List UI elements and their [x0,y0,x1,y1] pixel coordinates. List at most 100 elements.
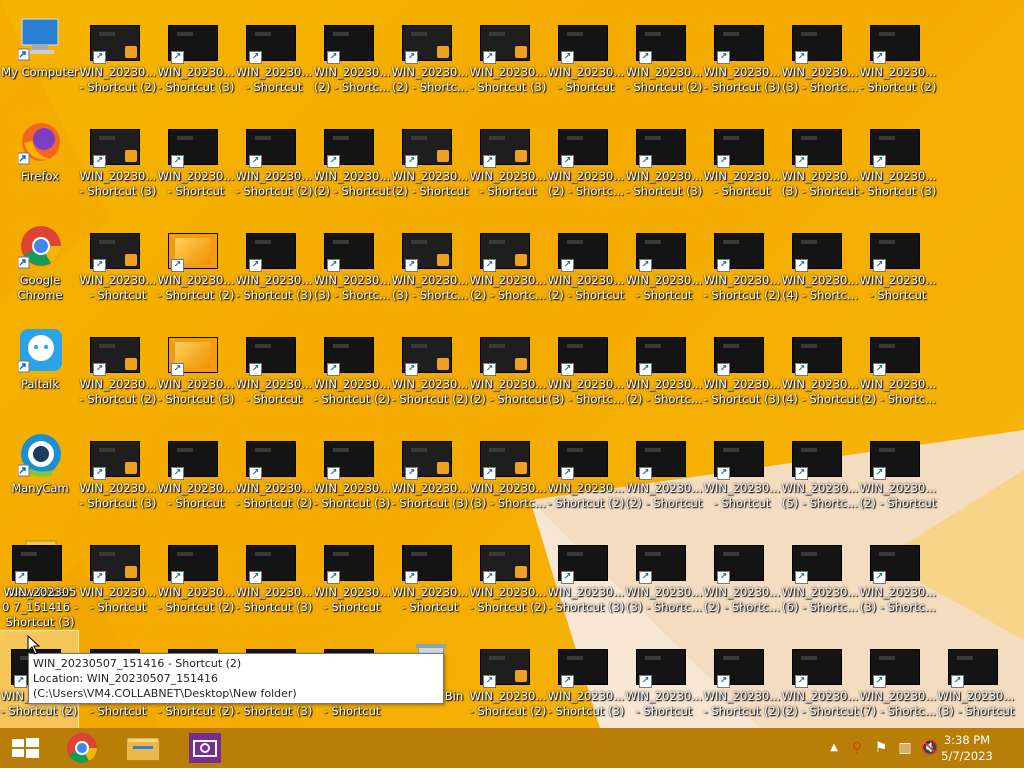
shortcut-arrow-icon: ↗ [639,467,652,480]
start-button[interactable] [0,728,52,768]
shortcut-icon[interactable]: ↗WIN_20230... - Shortcut (2) [235,111,313,215]
shortcut-icon[interactable]: ↗ WIN_20230... (2) - Shortcut [469,319,547,423]
system-clock[interactable]: 3:38 PM 5/7/2023 [932,732,1002,764]
icon-label: WIN_20230... (7) - Shortc... [859,689,937,718]
icon-label: WIN_20230... - Shortcut (3) [235,273,313,302]
shortcut-icon[interactable]: ↗WIN_20230... - Shortcut (3) [235,527,313,631]
shortcut-icon[interactable]: ↗ WIN_20230... (2) - Shortc... [313,7,391,111]
desktop-icon-manycam[interactable]: ManyCam [1,423,79,527]
desktop-icon-firefox[interactable]: Firefox [1,111,79,215]
shortcut-icon[interactable]: ↗WIN_20230... - Shortcut (3) [391,423,469,527]
shortcut-icon[interactable]: ↗ WIN_20230... (5) - Shortc... [781,423,859,527]
shortcut-icon[interactable]: ↗ WIN_20230... (2) - Shortc... [703,527,781,631]
icon-label: WIN_20230... (2) - Shortc... [703,585,781,614]
shortcut-icon[interactable]: ↗WIN_20230... - Shortcut [547,7,625,111]
shortcut-icon[interactable]: ↗ WIN_20230... (3) - Shortc... [313,215,391,319]
taskbar-file-explorer[interactable] [117,728,169,768]
shortcut-icon[interactable]: ↗ WIN_20230... (2) - Shortc... [469,215,547,319]
icon-label: WIN_20230... - Shortcut (2) [79,65,157,94]
shortcut-icon[interactable]: ↗WIN_20230... - Shortcut (3) [79,111,157,215]
shortcut-icon[interactable]: ↗ WIN_20230... (2) - Shortcut [391,111,469,215]
shortcut-icon[interactable]: ↗WIN_20230... - Shortcut (3) [547,631,625,728]
shortcut-icon[interactable]: ↗ WIN_20230... (2) - Shortcut [859,423,937,527]
shortcut-icon[interactable]: ↗WIN_20230... - Shortcut [625,215,703,319]
shortcut-icon[interactable]: ↗ WIN_20230... (2) - Shortc... [625,319,703,423]
shortcut-icon[interactable]: ↗ WIN_20230... (2) - Shortc... [547,111,625,215]
shortcut-icon[interactable]: ↗WIN_20230... - Shortcut [157,111,235,215]
shortcut-icon[interactable]: ↗WIN_20230... - Shortcut [235,319,313,423]
shortcut-icon[interactable]: ↗WIN_20230... - Shortcut (2) [157,215,235,319]
shortcut-icon[interactable]: ↗WIN_20230... - Shortcut (3) [703,319,781,423]
desktop-icon-paltalk[interactable]: Paltalk [1,319,79,423]
search-icon[interactable]: ⚲ [849,740,865,756]
shortcut-icon[interactable]: ↗WIN_20230... - Shortcut (2) [157,527,235,631]
shortcut-icon[interactable]: ↗ WIN_20230... (2) - Shortcut [547,215,625,319]
shortcut-icon[interactable]: ↗WIN_20230... - Shortcut [157,423,235,527]
shortcut-icon[interactable]: ↗WIN_20230... - Shortcut (2) [703,215,781,319]
shortcut-icon[interactable]: ↗WIN_20230... - Shortcut (2) [79,7,157,111]
shortcut-icon[interactable]: ↗WIN_20230... - Shortcut (3) [313,423,391,527]
action-center-flag-icon[interactable]: ⚑ [873,740,889,756]
shortcut-icon[interactable]: ↗ WIN_20230... (2) - Shortcut [781,631,859,728]
shortcut-icon[interactable]: ↗WIN_20230... - Shortcut [625,631,703,728]
show-hidden-icons-icon[interactable]: ▲ [826,740,842,756]
shortcut-icon[interactable]: ↗WIN_20230... - Shortcut [703,423,781,527]
shortcut-icon[interactable]: ↗ WIN_20230... (3) - Shortcut [937,631,1015,728]
shortcut-icon[interactable]: ↗WIN_20230... - Shortcut (2) [391,319,469,423]
shortcut-icon[interactable]: ↗ WIN_20230... (6) - Shortc... [781,527,859,631]
shortcut-icon[interactable]: ↗WIN_20230... - Shortcut [313,527,391,631]
shortcut-icon[interactable]: ↗ WIN_20230... (2) - Shortcut [625,423,703,527]
shortcut-icon[interactable]: ↗WIN_20230... - Shortcut [703,111,781,215]
shortcut-icon[interactable]: ↗WIN_20230... - Shortcut (2) [703,631,781,728]
shortcut-icon[interactable]: ↗ WIN_20230... (2) - Shortc... [391,7,469,111]
shortcut-icon[interactable]: ↗ WIN_20230... (4) - Shortcut [781,319,859,423]
shortcut-icon[interactable]: ↗WIN_20230... - Shortcut (2) [469,527,547,631]
icon-label: WIN_20230... (6) - Shortc... [781,585,859,614]
shortcut-icon[interactable]: ↗ WIN_20230... (3) - Shortc... [469,423,547,527]
shortcut-icon[interactable]: ↗ WIN_20230... (3) - Shortc... [547,319,625,423]
shortcut-icon[interactable]: ↗ WIN_20230... (3) - Shortc... [625,527,703,631]
shortcut-icon[interactable]: ↗WIN_20230... - Shortcut [859,215,937,319]
shortcut-icon[interactable]: ↗WIN_20230... - Shortcut (2) [547,423,625,527]
desktop-icon-computer[interactable]: My Computer [1,7,79,111]
shortcut-icon[interactable]: ↗ WIN_20230... (3) - Shortc... [391,215,469,319]
shortcut-icon[interactable]: ↗ WIN_20230... (3) - Shortc... [781,7,859,111]
desktop[interactable]: My Computer Firefox Google Chrome Paltalk Ma… [0,0,1024,728]
shortcut-icon[interactable]: ↗WIN_20230... - Shortcut (3) [469,7,547,111]
shortcut-icon[interactable]: ↗WIN_20230... - Shortcut (3) [157,7,235,111]
shortcut-icon[interactable]: ↗ WIN_20230... (7) - Shortc... [859,631,937,728]
shortcut-icon[interactable]: ↗WIN_20230... - Shortcut [391,527,469,631]
shortcut-icon[interactable]: ↗ WIN_20230... (4) - Shortc... [781,215,859,319]
shortcut-icon[interactable]: ↗WIN_20230... - Shortcut (2) [235,423,313,527]
shortcut-icon[interactable]: ↗WIN_20230... - Shortcut (2) [469,631,547,728]
shortcut-icon[interactable]: ↗WIN_20230... - Shortcut (3) [235,215,313,319]
shortcut-icon[interactable]: ↗WIN_20230... - Shortcut (2) [313,319,391,423]
shortcut-icon[interactable]: ↗ WIN_20230... (2) - Shortc... [859,319,937,423]
shortcut-icon[interactable]: ↗WIN_20230... - Shortcut [235,7,313,111]
shortcut-icon[interactable]: ↗WIN_20230... - Shortcut [79,527,157,631]
shortcut-icon[interactable]: ↗ WIN_20230... (3) - Shortc... [859,527,937,631]
icon-label: WIN_20230... (2) - Shortcut [313,169,391,198]
shortcut-icon[interactable]: ↗ WIN_20230... (2) - Shortcut [313,111,391,215]
desktop-icon-chrome[interactable]: Google Chrome [1,215,79,319]
shortcut-icon[interactable]: ↗ WIN_20230... (3) - Shortcut [781,111,859,215]
taskbar-camera-app[interactable] [179,728,231,768]
shortcut-icon[interactable]: ↗WIN_20230... - Shortcut (3) [625,111,703,215]
icon-label: WIN_20230... (3) - Shortc... [859,585,937,614]
shortcut-icon[interactable]: ↗WIN_20230... - Shortcut (3) [79,423,157,527]
shortcut-icon[interactable]: ↗WIN_20230... - Shortcut [469,111,547,215]
network-icon[interactable]: ▥ [897,740,913,756]
icon-label: WIN_20230... (2) - Shortcut [391,169,469,198]
shortcut-icon[interactable]: ↗WIN_20230... - Shortcut (2) [625,7,703,111]
shortcut-icon[interactable]: ↗ WIN_2023050 7_151416 - Shortcut (3) [1,527,79,631]
shortcut-icon[interactable]: ↗WIN_20230... - Shortcut (2) [79,319,157,423]
taskbar-chrome[interactable] [56,728,108,768]
shortcut-arrow-icon: ↗ [171,51,184,64]
shortcut-icon[interactable]: ↗WIN_20230... - Shortcut [79,215,157,319]
shortcut-icon[interactable]: ↗WIN_20230... - Shortcut (2) [859,7,937,111]
shortcut-icon[interactable]: ↗WIN_20230... - Shortcut (3) [157,319,235,423]
shortcut-arrow-icon: ↗ [717,467,730,480]
shortcut-icon[interactable]: ↗WIN_20230... - Shortcut (3) [703,7,781,111]
shortcut-icon[interactable]: ↗WIN_20230... - Shortcut (3) [547,527,625,631]
shortcut-icon[interactable]: ↗WIN_20230... - Shortcut (3) [859,111,937,215]
